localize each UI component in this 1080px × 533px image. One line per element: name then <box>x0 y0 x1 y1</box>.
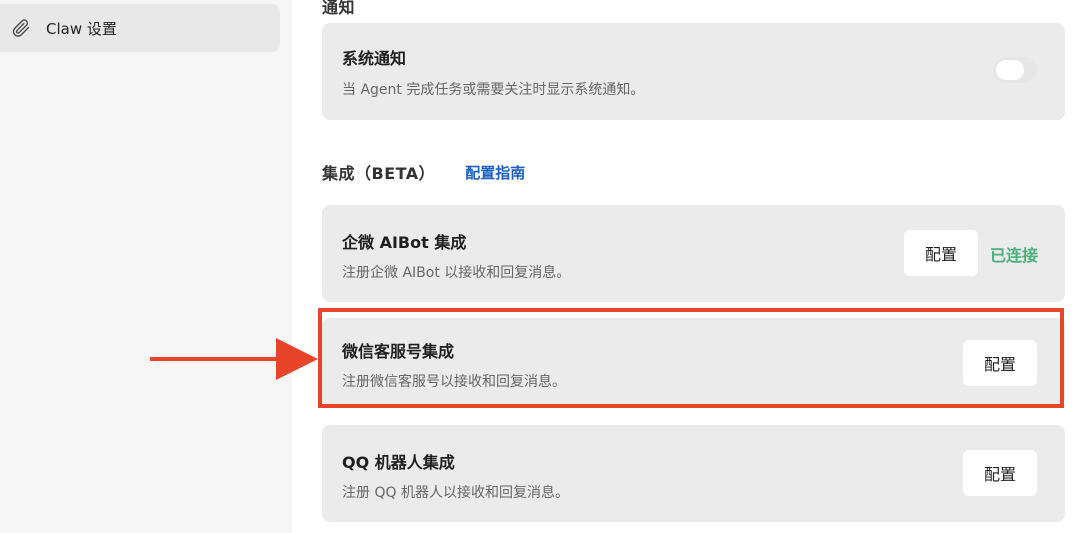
qq-bot-card: QQ 机器人集成 注册 QQ 机器人以接收和回复消息。 配置 <box>322 425 1065 522</box>
wecom-config-button[interactable]: 配置 <box>904 230 978 276</box>
wechat-service-description: 注册微信客服号以接收和回复消息。 <box>342 374 566 390</box>
system-notification-toggle[interactable] <box>993 57 1037 83</box>
sidebar: Claw 设置 <box>0 0 292 533</box>
sidebar-item-claw-settings[interactable]: Claw 设置 <box>0 4 280 52</box>
paperclip-icon <box>10 17 32 39</box>
wecom-aibot-title: 企微 AIBot 集成 <box>342 233 467 252</box>
notifications-section-title: 通知 <box>322 0 356 17</box>
config-guide-link[interactable]: 配置指南 <box>465 162 525 183</box>
wechat-config-button[interactable]: 配置 <box>963 340 1037 386</box>
connected-status-badge: 已连接 <box>990 246 1039 265</box>
toggle-knob <box>996 60 1024 80</box>
qq-bot-description: 注册 QQ 机器人以接收和回复消息。 <box>342 485 569 501</box>
wechat-service-card: 微信客服号集成 注册微信客服号以接收和回复消息。 配置 <box>322 318 1065 406</box>
integrations-section-title: 集成（BETA） <box>322 164 436 183</box>
qq-bot-title: QQ 机器人集成 <box>342 453 455 472</box>
sidebar-item-label: Claw 设置 <box>46 19 117 38</box>
wechat-service-title: 微信客服号集成 <box>342 342 455 361</box>
wecom-aibot-description: 注册企微 AIBot 以接收和回复消息。 <box>342 265 571 281</box>
system-notification-card: 系统通知 当 Agent 完成任务或需要关注时显示系统通知。 <box>322 23 1065 120</box>
wecom-aibot-card: 企微 AIBot 集成 注册企微 AIBot 以接收和回复消息。 配置 已连接 <box>322 205 1065 302</box>
qq-config-button[interactable]: 配置 <box>963 450 1037 496</box>
integrations-header: 集成（BETA） 配置指南 <box>322 160 525 184</box>
pointer-arrow-icon <box>150 338 318 380</box>
settings-main: 通知 系统通知 当 Agent 完成任务或需要关注时显示系统通知。 集成（BET… <box>292 0 1080 533</box>
system-notification-title: 系统通知 <box>342 49 407 68</box>
system-notification-description: 当 Agent 完成任务或需要关注时显示系统通知。 <box>342 82 645 98</box>
